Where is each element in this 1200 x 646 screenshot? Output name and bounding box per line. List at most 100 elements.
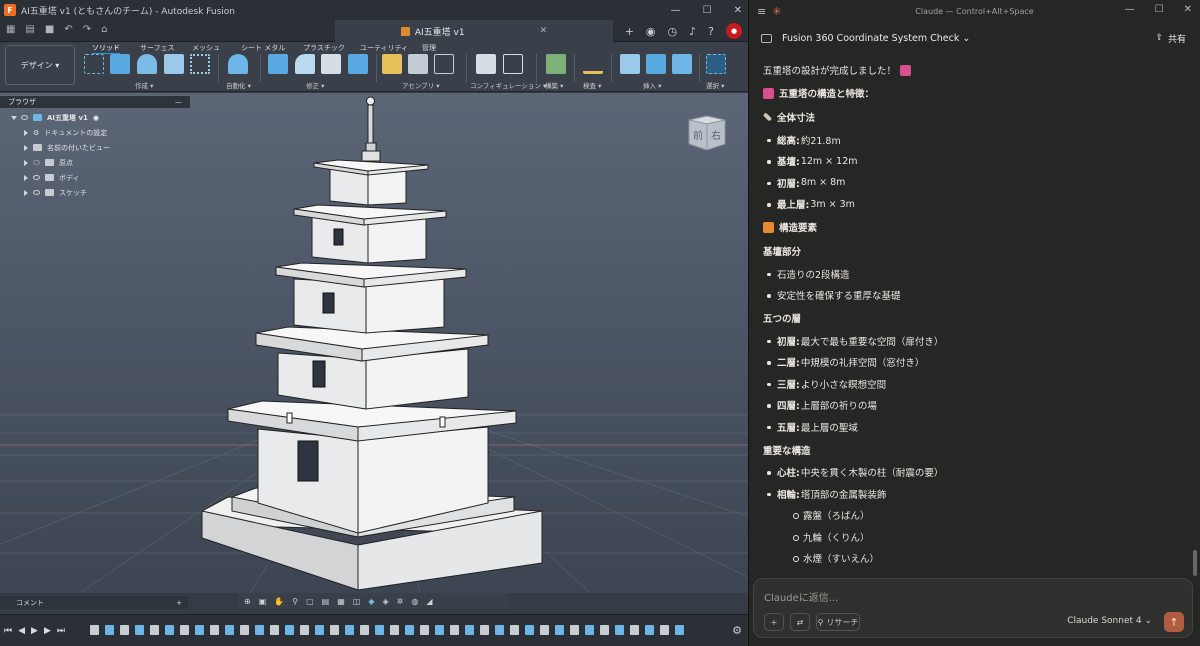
collapse-icon[interactable]: —	[175, 98, 182, 106]
measure-icon[interactable]	[583, 54, 603, 74]
timeline-settings-icon[interactable]: ⚙	[732, 624, 742, 637]
browser-item[interactable]: 原点	[0, 155, 190, 170]
revolve-icon[interactable]	[137, 54, 157, 74]
timeline-feature[interactable]	[300, 625, 309, 635]
orbit-icon[interactable]: ⊕	[244, 597, 251, 606]
timeline-feature[interactable]	[195, 625, 204, 635]
caret-down-icon[interactable]	[11, 115, 17, 120]
timeline-feature[interactable]	[135, 625, 144, 635]
timeline-feature[interactable]	[630, 625, 639, 635]
group-automate[interactable]: 自動化 ▾	[226, 80, 251, 90]
eye-icon[interactable]	[33, 160, 40, 165]
automate-icon[interactable]	[228, 54, 248, 74]
tab-document[interactable]: AI五重塔 v1 ✕	[335, 20, 613, 42]
tab-plastic[interactable]: プラスチック	[303, 43, 345, 53]
group-assemble[interactable]: アセンブリ ▾	[402, 80, 440, 90]
timeline-feature[interactable]	[165, 625, 174, 635]
reply-composer[interactable]: Claudeに返信... + ⇄ ⚲ リサーチ Claude Sonnet 4 …	[753, 578, 1193, 638]
minimize-icon[interactable]: —	[1125, 4, 1135, 15]
browser-item[interactable]: ボディ	[0, 170, 190, 185]
timeline-feature[interactable]	[510, 625, 519, 635]
look-at-icon[interactable]: ▣	[259, 597, 267, 606]
timeline-feature[interactable]	[495, 625, 504, 635]
timeline-feature[interactable]	[285, 625, 294, 635]
timeline-feature[interactable]	[435, 625, 444, 635]
press-pull-icon[interactable]	[268, 54, 288, 74]
insert-text-icon[interactable]	[646, 54, 666, 74]
timeline-feature[interactable]	[450, 625, 459, 635]
sidebar-toggle-icon[interactable]	[761, 33, 772, 43]
group-select[interactable]: 選択 ▾	[706, 80, 724, 90]
group-modify[interactable]: 修正 ▾	[306, 80, 324, 90]
new-tab-icon[interactable]: +	[625, 25, 634, 38]
timeline-feature[interactable]	[675, 625, 684, 635]
close-icon[interactable]: ✕	[734, 5, 742, 16]
conversation-title[interactable]: Fusion 360 Coordinate System Check ⌄	[782, 33, 970, 44]
add-comment-icon[interactable]: +	[176, 599, 182, 607]
viewports-icon[interactable]: ◫	[353, 597, 361, 606]
image-icon[interactable]	[672, 54, 692, 74]
timeline-feature[interactable]	[480, 625, 489, 635]
shell-icon[interactable]	[321, 54, 341, 74]
timeline-feature[interactable]	[90, 625, 99, 635]
tools-button[interactable]: ⇄	[790, 613, 810, 631]
camera-icon[interactable]: ◢	[426, 597, 432, 606]
timeline-feature[interactable]	[330, 625, 339, 635]
combine-icon[interactable]	[348, 54, 368, 74]
tab-mesh[interactable]: メッシュ	[192, 43, 220, 53]
timeline-feature[interactable]	[660, 625, 669, 635]
tab-surface[interactable]: サーフェス	[140, 43, 175, 53]
zoom-icon[interactable]: ⚲	[292, 597, 298, 606]
section-icon[interactable]: ◆	[368, 597, 374, 606]
timeline-feature[interactable]	[615, 625, 624, 635]
browser-item[interactable]: 名前の付いたビュー	[0, 140, 190, 155]
home-icon[interactable]: ⌂	[101, 24, 107, 35]
clock-icon[interactable]: ◷	[668, 25, 678, 38]
tab-utility[interactable]: ユーティリティ	[360, 43, 408, 53]
close-icon[interactable]: ✕	[1184, 4, 1192, 15]
eye-icon[interactable]	[33, 175, 40, 180]
grid-settings-icon[interactable]: ▦	[337, 597, 345, 606]
timeline-feature[interactable]	[525, 625, 534, 635]
joint-icon[interactable]	[408, 54, 428, 74]
eye-icon[interactable]	[33, 190, 40, 195]
timeline-feature[interactable]	[240, 625, 249, 635]
caret-right-icon[interactable]	[24, 159, 28, 166]
timeline-feature[interactable]	[465, 625, 474, 635]
timeline-feature[interactable]	[570, 625, 579, 635]
step-back-icon[interactable]: ◀	[18, 626, 25, 636]
send-button[interactable]: ↑	[1164, 612, 1184, 632]
fillet-icon[interactable]	[295, 54, 315, 74]
timeline-feature[interactable]	[360, 625, 369, 635]
view-cube[interactable]: 前 右	[685, 112, 729, 152]
help-icon[interactable]: ?	[708, 25, 714, 38]
as-built-joint-icon[interactable]	[434, 54, 454, 74]
select-icon[interactable]	[706, 54, 726, 74]
caret-right-icon[interactable]	[24, 129, 28, 136]
timeline-feature[interactable]	[225, 625, 234, 635]
maximize-icon[interactable]: ☐	[1155, 4, 1164, 15]
pattern-icon[interactable]	[190, 54, 210, 74]
create-sketch-icon[interactable]	[84, 54, 104, 74]
browser-item[interactable]: スケッチ	[0, 185, 190, 200]
group-inspect[interactable]: 検査 ▾	[583, 80, 601, 90]
minimize-icon[interactable]: —	[671, 5, 681, 16]
activate-icon[interactable]: ◉	[93, 114, 99, 122]
model-selector[interactable]: Claude Sonnet 4 ⌄	[1067, 616, 1152, 626]
comments-panel[interactable]: コメント +	[0, 596, 188, 609]
undo-icon[interactable]: ↶	[64, 24, 72, 35]
workspace-switcher[interactable]: デザイン ▾	[5, 45, 75, 85]
timeline-feature[interactable]	[375, 625, 384, 635]
group-construct[interactable]: 構築 ▾	[545, 80, 563, 90]
viewcube-front[interactable]: 前	[693, 129, 703, 142]
tab-manage[interactable]: 管理	[422, 43, 436, 53]
play-icon[interactable]: ▶	[31, 626, 38, 636]
sphere-icon[interactable]: ◍	[411, 597, 418, 606]
step-forward-icon[interactable]: ▶	[44, 626, 51, 636]
redo-icon[interactable]: ↷	[83, 24, 91, 35]
scrollbar[interactable]	[1193, 550, 1197, 576]
timeline-feature[interactable]	[555, 625, 564, 635]
timeline-feature[interactable]	[210, 625, 219, 635]
timeline-feature[interactable]	[180, 625, 189, 635]
timeline-feature[interactable]	[420, 625, 429, 635]
